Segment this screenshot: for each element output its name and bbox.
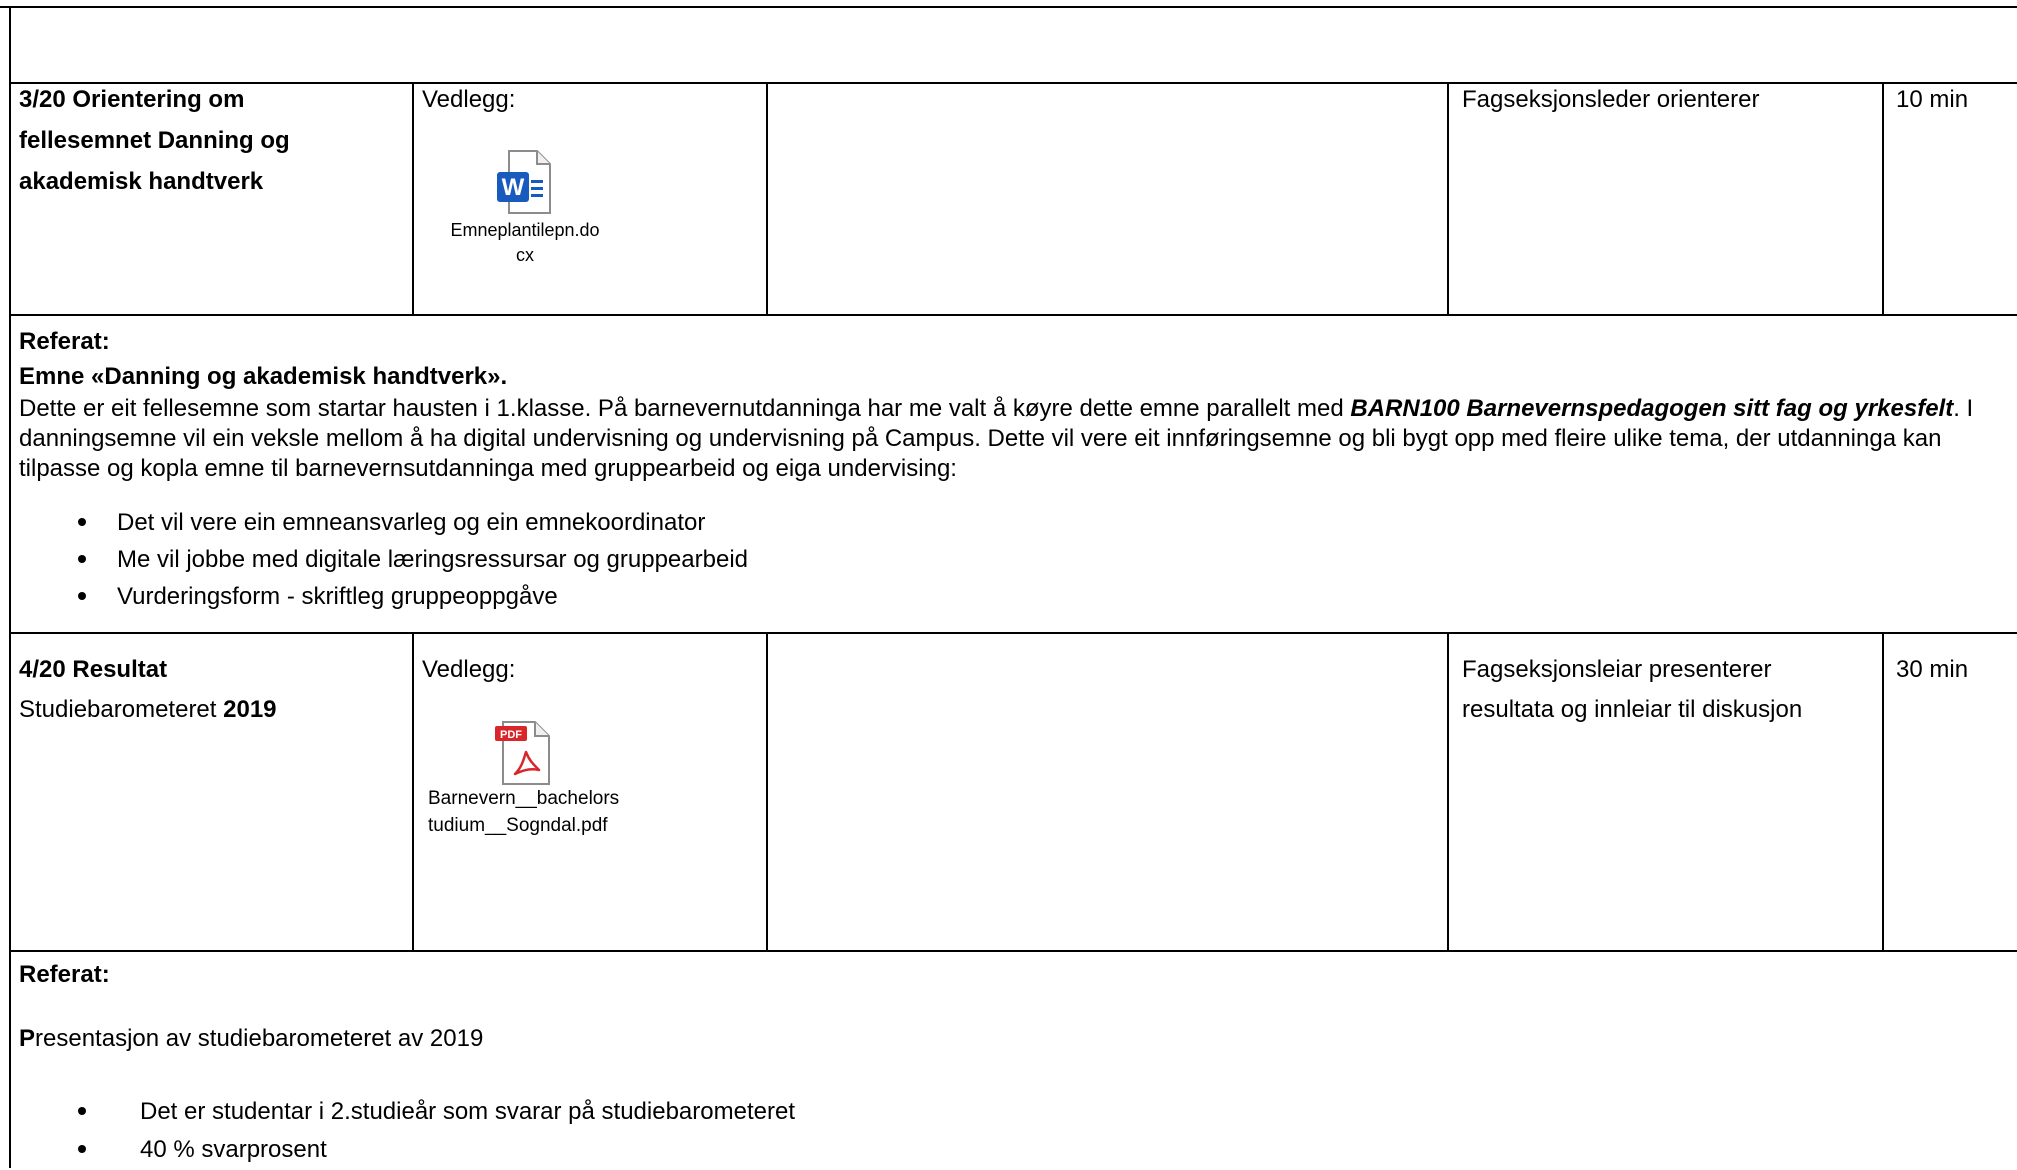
agenda-item-title-line: Resultat bbox=[72, 656, 168, 683]
paragraph-text: Dette er eit fellesemne som startar haus… bbox=[19, 395, 1351, 422]
attachment-filename-cont: cx bbox=[516, 245, 534, 265]
agenda-item-number: 3/20 bbox=[19, 86, 66, 113]
attachment-label: Vedlegg: bbox=[422, 86, 516, 113]
column-divider bbox=[1882, 82, 1884, 314]
column-divider bbox=[1447, 82, 1449, 314]
pdf-file-icon: PDF bbox=[495, 721, 550, 785]
agenda-item-title: 3/20 Orientering om bbox=[19, 80, 244, 120]
agenda-item-subtitle: Studiebarometeret 2019 bbox=[19, 690, 277, 730]
bullet-dot bbox=[78, 1145, 86, 1153]
list-item: Me vil jobbe med digitale læringsressurs… bbox=[117, 546, 748, 573]
bullet-dot bbox=[78, 592, 86, 600]
column-divider bbox=[412, 82, 414, 314]
agenda-item-title-line: fellesemnet Danning og bbox=[19, 127, 290, 154]
attachment-filename: Barnevern__bachelors bbox=[428, 788, 620, 809]
row-divider bbox=[9, 314, 2017, 316]
column-divider bbox=[766, 82, 768, 314]
table-left-border bbox=[9, 6, 11, 1168]
referat-label: Referat: bbox=[19, 961, 110, 988]
time-text: 10 min bbox=[1896, 86, 1969, 113]
course-name-emphasis: BARN100 Barnevernspedagogen sitt fag og … bbox=[1350, 395, 1954, 422]
list-item: Vurderingsform - skriftleg gruppeoppgåve bbox=[117, 583, 558, 610]
table-top-border bbox=[0, 6, 2017, 8]
word-doc-icon: W bbox=[497, 150, 551, 214]
agenda-item-title-line: Orientering om bbox=[72, 86, 245, 113]
subtitle-year: 2019 bbox=[223, 696, 277, 723]
row-divider bbox=[9, 950, 2017, 952]
attachment-filename: Emneplantilepn.do bbox=[450, 220, 600, 240]
column-divider bbox=[766, 632, 768, 950]
responsible-text-cont: resultata og innleiar til diskusjon bbox=[1462, 696, 1803, 723]
list-item: 40 % svarprosent bbox=[140, 1136, 327, 1163]
referat-paragraph: Dette er eit fellesemne som startar haus… bbox=[19, 394, 2004, 484]
agenda-table: 3/20 Orientering om fellesemnet Danning … bbox=[0, 0, 2017, 1168]
intro-text: resentasjon av studiebarometeret av 2019 bbox=[35, 1025, 484, 1052]
column-divider bbox=[1447, 632, 1449, 950]
subtitle-text: Studiebarometeret bbox=[19, 696, 224, 723]
referat-intro: Presentasjon av studiebarometeret av 201… bbox=[19, 1019, 483, 1059]
attachment-filename-cont: tudium__Sogndal.pdf bbox=[428, 815, 608, 836]
column-divider bbox=[1882, 632, 1884, 950]
list-item: Det er studentar i 2.studieår som svarar… bbox=[140, 1098, 795, 1125]
bullet-dot bbox=[78, 518, 86, 526]
row-divider bbox=[9, 632, 2017, 634]
agenda-item-number: 4/20 bbox=[19, 656, 66, 683]
svg-text:PDF: PDF bbox=[500, 729, 522, 741]
svg-text:W: W bbox=[502, 174, 525, 201]
agenda-item-title-line: akademisk handtverk bbox=[19, 168, 264, 195]
responsible-text: Fagseksjonsleder orienterer bbox=[1462, 86, 1760, 113]
bullet-dot bbox=[78, 1107, 86, 1115]
responsible-text: Fagseksjonsleiar presenterer bbox=[1462, 656, 1772, 683]
agenda-item-title: 4/20 Resultat bbox=[19, 650, 167, 690]
referat-label: Referat: bbox=[19, 328, 110, 355]
referat-heading: Emne «Danning og akademisk handtverk». bbox=[19, 363, 508, 390]
time-text: 30 min bbox=[1896, 656, 1969, 683]
attachment-label: Vedlegg: bbox=[422, 656, 516, 683]
bullet-dot bbox=[78, 555, 86, 563]
intro-initial: P bbox=[19, 1025, 36, 1052]
column-divider bbox=[412, 632, 414, 950]
list-item: Det vil vere ein emneansvarleg og ein em… bbox=[117, 509, 706, 536]
